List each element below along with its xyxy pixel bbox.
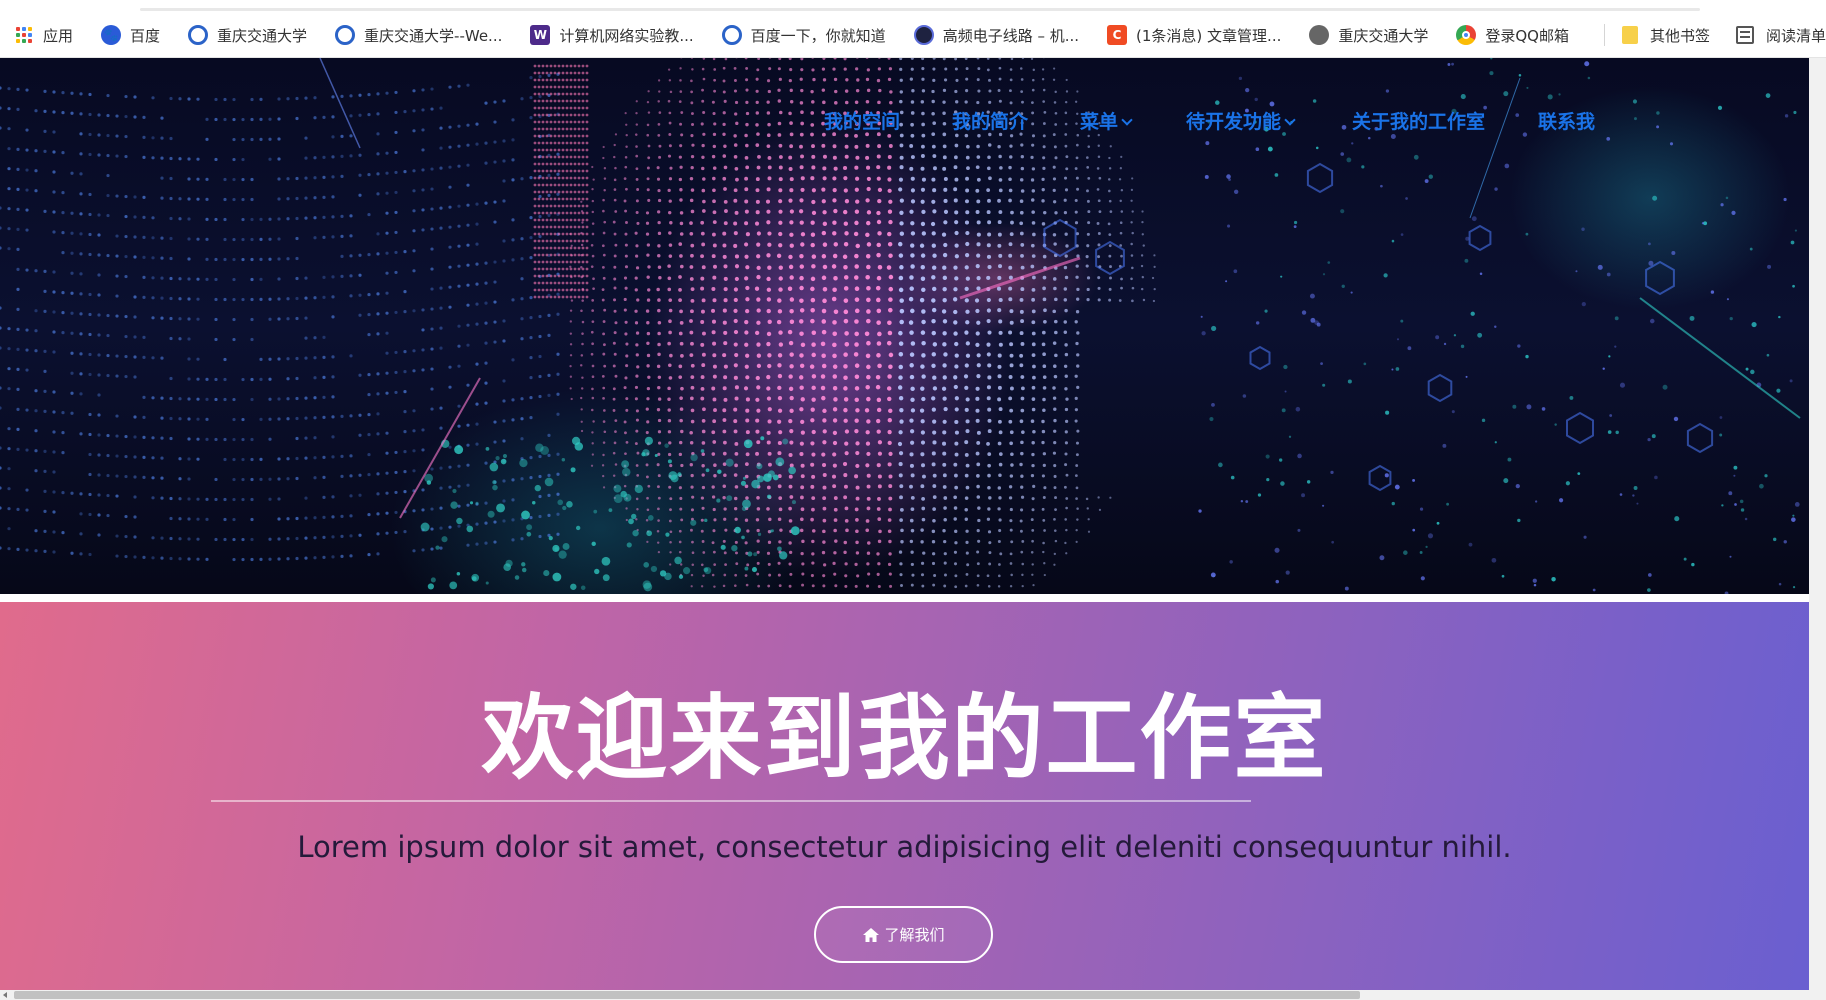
bookmark-label: 高频电子线路 – 机... xyxy=(942,26,1080,45)
tab-strip-edge xyxy=(140,8,1700,11)
cqjtu-logo-icon xyxy=(721,25,742,45)
bookmark-label: 百度一下，你就知道 xyxy=(750,26,886,45)
nav-label: 联系我 xyxy=(1538,112,1596,133)
bookmark-apps[interactable]: 应用 xyxy=(14,22,73,48)
vertical-scrollbar[interactable] xyxy=(1809,58,1826,990)
nav-item-my-profile[interactable]: 我的简介 xyxy=(952,108,1028,138)
reading-list-icon xyxy=(1735,26,1754,44)
bookmark-hf-circuit[interactable]: 高频电子线路 – 机... xyxy=(913,22,1080,48)
bookmark-cqjtu-web[interactable]: 重庆交通大学--We... xyxy=(335,22,502,48)
dark-circle-icon xyxy=(913,25,934,45)
baidu-paw-icon: 🐾 xyxy=(101,25,122,45)
nav-label: 关于我的工作室 xyxy=(1352,112,1486,133)
bookmark-label: 重庆交通大学 xyxy=(217,26,308,45)
bookmarks-bar: 应用 🐾 百度 重庆交通大学 重庆交通大学--We... W 计算机网络实验教.… xyxy=(0,0,1826,58)
globe-icon xyxy=(1309,25,1330,45)
bookmark-label: 应用 xyxy=(43,26,74,45)
scroll-left-arrow-icon[interactable] xyxy=(0,990,12,1000)
other-bookmarks-button[interactable]: 其他书签 xyxy=(1621,22,1710,48)
bookmark-right-group: 其他书签 阅读清单 xyxy=(1621,22,1826,48)
nav-item-about-studio[interactable]: 关于我的工作室 xyxy=(1352,108,1485,138)
bookmark-label: 计算机网络实验教... xyxy=(559,26,694,45)
horizontal-scrollbar[interactable] xyxy=(0,990,1826,1000)
bookmark-network-lab[interactable]: W 计算机网络实验教... xyxy=(530,22,694,48)
nav-item-pending-features[interactable]: 待开发功能 xyxy=(1186,108,1296,138)
nav-label: 我的空间 xyxy=(824,112,901,133)
qq-mail-icon xyxy=(1456,25,1477,45)
learn-more-label: 了解我们 xyxy=(884,926,945,944)
nav-item-menu[interactable]: 菜单 xyxy=(1080,108,1133,138)
horizontal-scroll-thumb[interactable] xyxy=(14,991,1360,999)
bookmark-csdn[interactable]: C (1条消息) 文章管理... xyxy=(1107,22,1281,48)
hero-background-art xyxy=(0,58,1801,594)
bookmark-list: 应用 🐾 百度 重庆交通大学 重庆交通大学--We... W 计算机网络实验教.… xyxy=(14,22,1597,48)
nav-label: 菜单 xyxy=(1080,112,1119,133)
bookmark-label: (1条消息) 文章管理... xyxy=(1136,26,1282,45)
welcome-title: 欢迎来到我的工作室 xyxy=(481,685,1328,792)
bookmark-baidu[interactable]: 🐾 百度 xyxy=(101,22,160,48)
bookmark-label: 重庆交通大学--We... xyxy=(364,26,503,45)
hero-banner: 我的空间 我的简介 菜单 待开发功能 关于我的工作室 联系我 xyxy=(0,58,1809,594)
bookmark-baidu-search[interactable]: 百度一下，你就知道 xyxy=(721,22,886,48)
bookmark-qq-mail[interactable]: 登录QQ邮箱 xyxy=(1456,22,1569,48)
welcome-subtitle: Lorem ipsum dolor sit amet, consectetur … xyxy=(297,830,1512,864)
bookmark-label: 重庆交通大学 xyxy=(1338,26,1429,45)
chevron-down-icon xyxy=(1121,114,1133,126)
nav-label: 我的简介 xyxy=(952,112,1029,133)
csdn-c-icon: C xyxy=(1107,25,1128,45)
welcome-divider xyxy=(211,800,1251,802)
cqjtu-logo-icon xyxy=(335,25,356,45)
apps-grid-icon xyxy=(14,25,34,45)
section-divider xyxy=(0,594,1809,602)
main-nav: 我的空间 我的简介 菜单 待开发功能 关于我的工作室 联系我 xyxy=(0,108,1809,138)
learn-more-button[interactable]: 了解我们 xyxy=(814,906,993,963)
reading-list-label: 阅读清单 xyxy=(1765,26,1826,45)
chevron-down-icon xyxy=(1284,114,1296,126)
nav-item-contact[interactable]: 联系我 xyxy=(1538,108,1595,138)
home-icon xyxy=(863,927,880,942)
w-letter-icon: W xyxy=(530,25,551,45)
bookmark-separator xyxy=(1604,24,1605,46)
other-bookmarks-label: 其他书签 xyxy=(1649,26,1710,45)
cqjtu-logo-icon xyxy=(188,25,209,45)
bookmark-label: 百度 xyxy=(130,26,161,45)
folder-icon xyxy=(1621,26,1638,44)
nav-item-my-space[interactable]: 我的空间 xyxy=(824,108,900,138)
reading-list-button[interactable]: 阅读清单 xyxy=(1735,22,1826,48)
welcome-section: 欢迎来到我的工作室 Lorem ipsum dolor sit amet, co… xyxy=(0,602,1809,990)
bookmark-label: 登录QQ邮箱 xyxy=(1485,26,1569,45)
bookmark-cqjtu-2[interactable]: 重庆交通大学 xyxy=(1309,22,1428,48)
nav-label: 待开发功能 xyxy=(1186,112,1282,133)
bookmark-cqjtu[interactable]: 重庆交通大学 xyxy=(188,22,307,48)
